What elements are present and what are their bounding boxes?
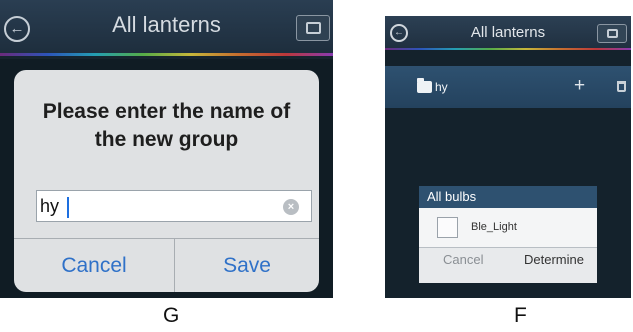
header-bar: ← All lanterns [385, 16, 631, 50]
text-caret [67, 197, 69, 218]
panel-g-screen: ← All lanterns Please enter the name of … [0, 0, 333, 298]
dialog-header: All bulbs [419, 186, 597, 208]
clear-icon[interactable]: × [283, 199, 299, 215]
header-title: All lanterns [112, 12, 221, 37]
rainbow-divider [0, 53, 333, 56]
bulb-list-item[interactable]: Ble_Light [419, 208, 597, 248]
header-title: All lanterns [470, 24, 546, 41]
dialog-title: Please enter the name of the new group [42, 100, 291, 151]
group-row[interactable]: hy + [385, 66, 631, 108]
bulb-label: Ble_Light [471, 221, 517, 233]
dialog-button-row: Cancel Save [14, 238, 319, 292]
cancel-button[interactable]: Cancel [14, 239, 174, 292]
folder-icon[interactable] [296, 15, 330, 41]
rainbow-divider [385, 48, 631, 50]
group-name: hy [435, 80, 448, 94]
trash-icon[interactable] [617, 81, 626, 92]
determine-button[interactable]: Determine [524, 252, 584, 267]
folder-icon[interactable] [597, 24, 627, 43]
caption-g: G [163, 304, 180, 327]
add-icon[interactable]: + [574, 75, 585, 97]
caption-f: F [514, 304, 527, 327]
bulb-checkbox[interactable] [437, 217, 458, 238]
group-folder-icon [417, 78, 432, 93]
new-group-dialog: Please enter the name of the new group h… [14, 70, 319, 292]
cancel-button[interactable]: Cancel [443, 252, 483, 267]
screenshot-pair: ← All lanterns Please enter the name of … [0, 0, 633, 332]
all-bulbs-dialog: All bulbs Ble_Light Cancel Determine [419, 186, 597, 283]
panel-f-screen: ← All lanterns hy + All bulbs Ble_Light … [385, 16, 631, 298]
header-bar: ← All lanterns [0, 0, 333, 56]
group-name-value: hy [40, 196, 60, 216]
group-name-input[interactable]: hy × [36, 190, 312, 222]
save-button[interactable]: Save [174, 239, 319, 292]
